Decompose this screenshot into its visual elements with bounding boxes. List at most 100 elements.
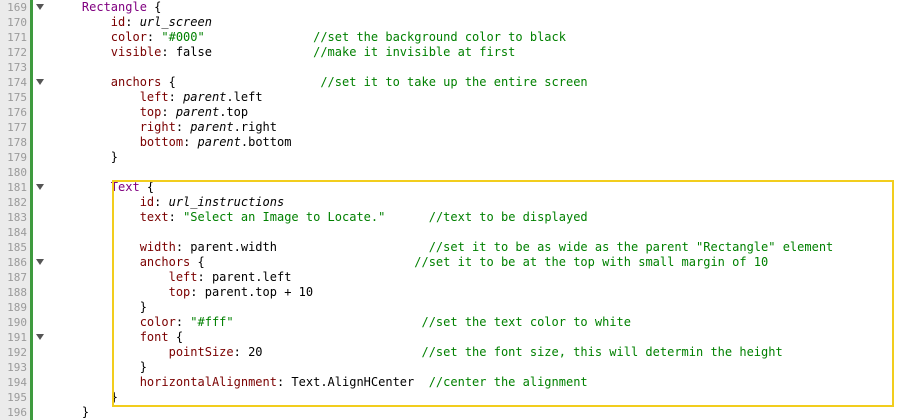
fold-toggle-icon[interactable] bbox=[36, 334, 44, 340]
code-token: parent bbox=[190, 120, 234, 134]
code-token: { bbox=[139, 180, 155, 194]
code-line[interactable]: 171 color: "#000" //set the background c… bbox=[0, 30, 897, 45]
code-token: : 20 bbox=[233, 345, 422, 359]
code-token: { bbox=[146, 0, 162, 14]
code-text: width: parent.width //set it to be as wi… bbox=[53, 240, 834, 255]
code-token: : false bbox=[161, 45, 314, 59]
code-line[interactable]: 181 Text { bbox=[0, 180, 897, 195]
code-token: .top bbox=[219, 105, 249, 119]
code-line[interactable]: 196 } bbox=[0, 405, 897, 420]
code-line[interactable]: 185 width: parent.width //set it to be a… bbox=[0, 240, 897, 255]
code-token: font bbox=[139, 330, 169, 344]
code-line[interactable]: 182 id: url_instructions bbox=[0, 195, 897, 210]
code-text: Rectangle { bbox=[53, 0, 161, 15]
code-text: } bbox=[53, 300, 147, 315]
line-number: 182 bbox=[7, 196, 27, 209]
code-token: : parent.width bbox=[175, 240, 429, 254]
line-number: 195 bbox=[7, 391, 27, 404]
code-token: parent bbox=[183, 90, 227, 104]
code-line[interactable]: 190 color: "#fff" //set the text color t… bbox=[0, 315, 897, 330]
line-number: 181 bbox=[7, 181, 27, 194]
line-number: 176 bbox=[7, 106, 27, 119]
code-editor[interactable]: 169 Rectangle {170 id: url_screen 171 col… bbox=[0, 0, 897, 420]
code-line[interactable]: 180 bbox=[0, 165, 897, 180]
code-token: color bbox=[139, 315, 176, 329]
code-line[interactable]: 189 } bbox=[0, 300, 897, 315]
code-text: id: url_screen bbox=[53, 15, 212, 30]
line-number: 173 bbox=[7, 61, 27, 74]
code-token: //center the alignment bbox=[428, 375, 588, 389]
code-token: color bbox=[110, 30, 147, 44]
code-text: left: parent.left bbox=[53, 270, 292, 285]
code-token: Text bbox=[110, 180, 140, 194]
line-number: 172 bbox=[7, 46, 27, 59]
code-token: visible bbox=[110, 45, 162, 59]
line-number: 170 bbox=[7, 16, 27, 29]
code-line[interactable]: 192 pointSize: 20 //set the font size, t… bbox=[0, 345, 897, 360]
code-line[interactable]: 194 horizontalAlignment: Text.AlignHCent… bbox=[0, 375, 897, 390]
fold-toggle-icon[interactable] bbox=[36, 184, 44, 190]
code-line[interactable]: 174 anchors { //set it to take up the en… bbox=[0, 75, 897, 90]
code-line[interactable]: 179 } bbox=[0, 150, 897, 165]
code-line[interactable]: 173 bbox=[0, 60, 897, 75]
code-line[interactable]: 177 right: parent.right bbox=[0, 120, 897, 135]
code-text: top: parent.top + 10 bbox=[53, 285, 314, 300]
code-line[interactable]: 187 left: parent.left bbox=[0, 270, 897, 285]
code-token: : bbox=[168, 210, 184, 224]
code-token: right bbox=[139, 120, 176, 134]
fold-toggle-icon[interactable] bbox=[36, 259, 44, 265]
code-token: //set it to take up the entire screen bbox=[320, 75, 588, 89]
code-line[interactable]: 186 anchors { //set it to be at the top … bbox=[0, 255, 897, 270]
code-line[interactable]: 195 } bbox=[0, 390, 897, 405]
line-number: 169 bbox=[7, 1, 27, 14]
line-number: 187 bbox=[7, 271, 27, 284]
code-token: : parent.top + 10 bbox=[190, 285, 314, 299]
code-token: } bbox=[53, 300, 147, 314]
line-number: 196 bbox=[7, 406, 27, 419]
code-line[interactable]: 191 font { bbox=[0, 330, 897, 345]
code-text: } bbox=[53, 405, 89, 420]
line-number: 190 bbox=[7, 316, 27, 329]
line-number: 186 bbox=[7, 256, 27, 269]
code-line[interactable]: 172 visible: false //make it invisible a… bbox=[0, 45, 897, 60]
line-number: 194 bbox=[7, 376, 27, 389]
code-text: id: url_instructions bbox=[53, 195, 285, 210]
line-number: 177 bbox=[7, 121, 27, 134]
code-token: //set it to be as wide as the parent "Re… bbox=[428, 240, 834, 254]
code-line[interactable]: 170 id: url_screen bbox=[0, 15, 897, 30]
fold-toggle-icon[interactable] bbox=[36, 4, 44, 10]
code-token: id bbox=[110, 15, 126, 29]
line-number: 192 bbox=[7, 346, 27, 359]
code-line[interactable]: 176 top: parent.top bbox=[0, 105, 897, 120]
code-token: //set the background color to black bbox=[313, 30, 566, 44]
code-text: anchors { //set it to take up the entire… bbox=[53, 75, 588, 90]
code-token: } bbox=[53, 360, 147, 374]
code-line[interactable]: 169 Rectangle { bbox=[0, 0, 897, 15]
code-token: } bbox=[53, 390, 119, 404]
code-line[interactable]: 193 } bbox=[0, 360, 897, 375]
code-token: bottom bbox=[139, 135, 184, 149]
code-token: left bbox=[168, 270, 198, 284]
line-number: 174 bbox=[7, 76, 27, 89]
code-text: } bbox=[53, 150, 118, 165]
code-token: "#fff" bbox=[190, 315, 234, 329]
code-line[interactable]: 183 text: "Select an Image to Locate." /… bbox=[0, 210, 897, 225]
code-token: : bbox=[146, 30, 162, 44]
code-line[interactable]: 178 bottom: parent.bottom bbox=[0, 135, 897, 150]
code-token: : bbox=[175, 120, 191, 134]
code-text: visible: false //make it invisible at fi… bbox=[53, 45, 516, 60]
code-line[interactable]: 188 top: parent.top + 10 bbox=[0, 285, 897, 300]
fold-toggle-icon[interactable] bbox=[36, 79, 44, 85]
code-token: //make it invisible at first bbox=[313, 45, 516, 59]
code-line[interactable]: 175 left: parent.left bbox=[0, 90, 897, 105]
code-line[interactable]: 184 bbox=[0, 225, 897, 240]
